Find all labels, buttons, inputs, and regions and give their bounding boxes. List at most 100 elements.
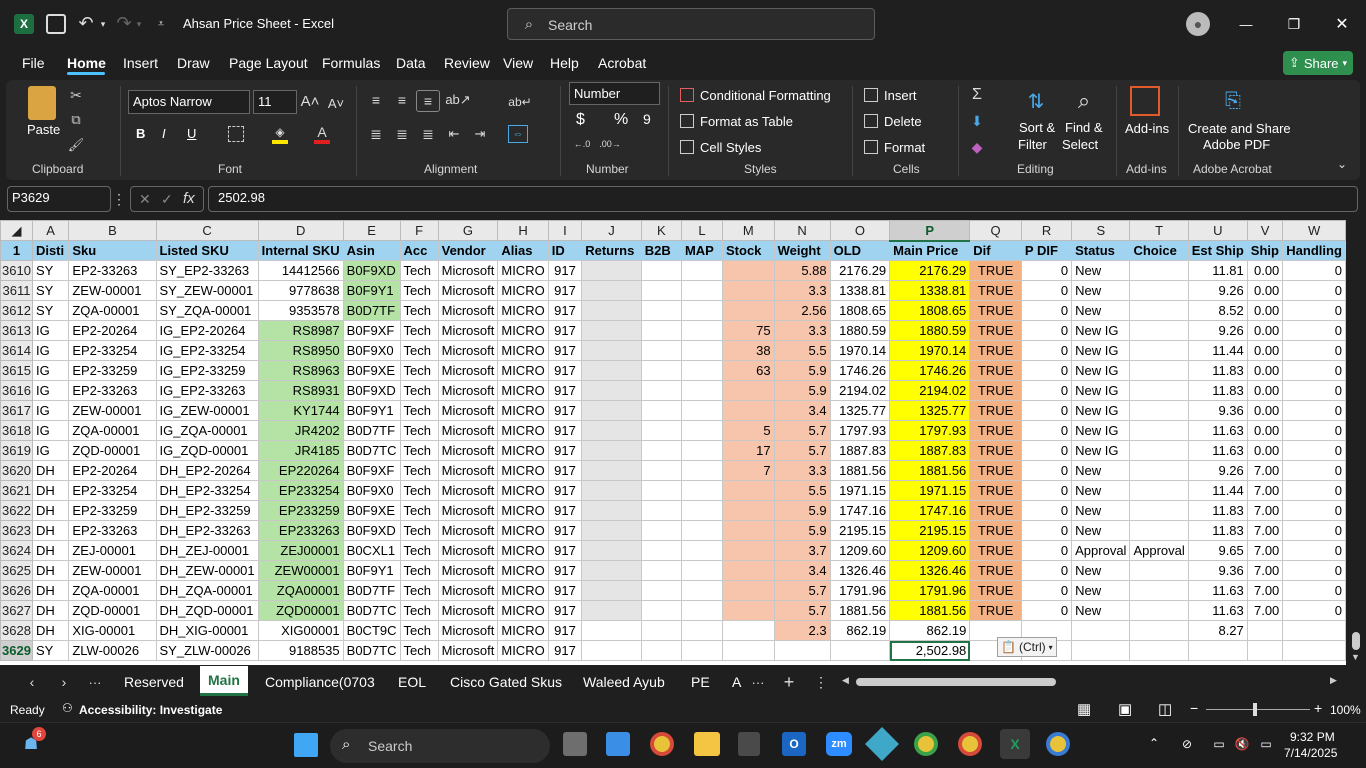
cell[interactable]: 0	[1282, 380, 1346, 401]
cell[interactable]	[680, 620, 724, 641]
cell[interactable]	[722, 620, 775, 641]
cell[interactable]	[640, 320, 682, 341]
cell[interactable]: Microsoft	[437, 320, 499, 341]
column-header-k[interactable]: K	[640, 220, 682, 241]
cell[interactable]: 3.3	[773, 280, 831, 301]
cell[interactable]: 0	[1282, 520, 1346, 541]
cell[interactable]: New	[1071, 260, 1131, 281]
cell[interactable]: TRUE	[969, 280, 1022, 301]
header-cell[interactable]: Stock	[722, 240, 775, 261]
cell[interactable]	[722, 520, 775, 541]
cell[interactable]: Microsoft	[437, 360, 499, 381]
add-ins-icon[interactable]	[1130, 86, 1160, 116]
cell[interactable]: 75	[722, 320, 775, 341]
save-icon[interactable]	[46, 14, 66, 34]
cell[interactable]: 1808.65	[829, 300, 891, 321]
cell[interactable]	[581, 540, 642, 561]
cell[interactable]: DH_EP2-33254	[155, 480, 259, 501]
cell[interactable]	[773, 640, 831, 661]
cell[interactable]: Microsoft	[437, 300, 499, 321]
cell[interactable]: B0F9XF	[342, 320, 401, 341]
align-bottom-icon[interactable]: ≡	[416, 90, 440, 112]
cell[interactable]	[1129, 360, 1189, 381]
cell[interactable]: TRUE	[969, 580, 1022, 601]
cell[interactable]: 1746.26	[829, 360, 891, 381]
cell[interactable]: 7.00	[1246, 580, 1284, 601]
cell[interactable]: Microsoft	[437, 640, 499, 661]
cell[interactable]: 5	[722, 420, 775, 441]
cell[interactable]: New	[1071, 560, 1131, 581]
cell[interactable]	[1129, 380, 1189, 401]
cell[interactable]: Tech	[399, 260, 439, 281]
cell[interactable]: 1791.96	[889, 580, 971, 601]
cell[interactable]	[581, 560, 642, 581]
cell[interactable]: 917	[547, 460, 583, 481]
header-cell[interactable]: Main Price	[889, 240, 971, 261]
cell[interactable]: 917	[547, 620, 583, 641]
cell[interactable]: MICRO	[497, 380, 549, 401]
cell[interactable]: Microsoft	[437, 620, 499, 641]
cell[interactable]	[581, 300, 642, 321]
header-cell[interactable]: Est Ship	[1187, 240, 1248, 261]
cell[interactable]: 0.00	[1246, 440, 1284, 461]
header-cell[interactable]: MAP	[680, 240, 724, 261]
cell[interactable]: 9.36	[1187, 560, 1248, 581]
cell[interactable]: 0.00	[1246, 360, 1284, 381]
tab-help[interactable]: Help	[550, 55, 579, 71]
cell[interactable]: Microsoft	[437, 440, 499, 461]
cell[interactable]: 0	[1282, 580, 1346, 601]
increase-indent-icon[interactable]: ⇥	[471, 126, 489, 142]
cell[interactable]: Tech	[399, 480, 439, 501]
cell[interactable]: B0D7TF	[342, 300, 401, 321]
cell[interactable]: 917	[547, 560, 583, 581]
cell[interactable]: DH	[31, 480, 70, 501]
cell[interactable]: 9.65	[1187, 540, 1248, 561]
cell[interactable]: New IG	[1071, 380, 1131, 401]
cell[interactable]	[640, 340, 682, 361]
cell[interactable]: Tech	[399, 380, 439, 401]
cell[interactable]: ZEJ00001	[257, 540, 344, 561]
number-format-select[interactable]: Number	[569, 82, 660, 105]
cell[interactable]: 11.83	[1187, 520, 1248, 541]
outlook-icon[interactable]: O	[782, 732, 806, 756]
cell[interactable]: B0CT9C	[342, 620, 401, 641]
sort-filter-label[interactable]: Sort &	[1019, 120, 1055, 135]
cell[interactable]: B0D7TC	[342, 600, 401, 621]
cell[interactable]: 1887.83	[829, 440, 891, 461]
cell[interactable]	[581, 320, 642, 341]
sheet-tab-a[interactable]: A	[732, 674, 741, 690]
excel-taskbar-icon[interactable]: X	[1000, 729, 1030, 759]
column-header-i[interactable]: I	[547, 220, 583, 241]
cell[interactable]	[581, 480, 642, 501]
cell[interactable]	[1129, 280, 1189, 301]
tab-view[interactable]: View	[503, 55, 533, 71]
cell[interactable]: IG_EP2-20264	[155, 320, 259, 341]
cell[interactable]	[722, 600, 775, 621]
cell[interactable]: 0.00	[1246, 400, 1284, 421]
cell[interactable]: 2195.15	[889, 520, 971, 541]
tab-acrobat[interactable]: Acrobat	[598, 55, 646, 71]
cell[interactable]: 917	[547, 600, 583, 621]
cell[interactable]: Microsoft	[437, 400, 499, 421]
cell[interactable]: Microsoft	[437, 380, 499, 401]
cell[interactable]: 11.83	[1187, 500, 1248, 521]
tab-data[interactable]: Data	[396, 55, 426, 71]
start-icon[interactable]	[294, 733, 318, 757]
cell[interactable]	[581, 640, 642, 661]
cell[interactable]: IG	[31, 400, 70, 421]
cell[interactable]: TRUE	[969, 540, 1022, 561]
cell[interactable]	[722, 400, 775, 421]
fill-icon[interactable]: ⬇	[968, 112, 986, 130]
cell[interactable]: TRUE	[969, 360, 1022, 381]
cell[interactable]: IG	[31, 380, 70, 401]
cell-styles-button[interactable]: Cell Styles	[700, 140, 761, 155]
cell[interactable]	[680, 440, 724, 461]
cell[interactable]	[680, 540, 724, 561]
cell[interactable]: MICRO	[497, 420, 549, 441]
cell[interactable]: RS8931	[257, 380, 344, 401]
cell[interactable]: DH	[31, 600, 70, 621]
column-header-j[interactable]: J	[581, 220, 642, 241]
cell[interactable]: 1797.93	[829, 420, 891, 441]
cell[interactable]: B0D7TC	[342, 440, 401, 461]
cell[interactable]: Tech	[399, 560, 439, 581]
